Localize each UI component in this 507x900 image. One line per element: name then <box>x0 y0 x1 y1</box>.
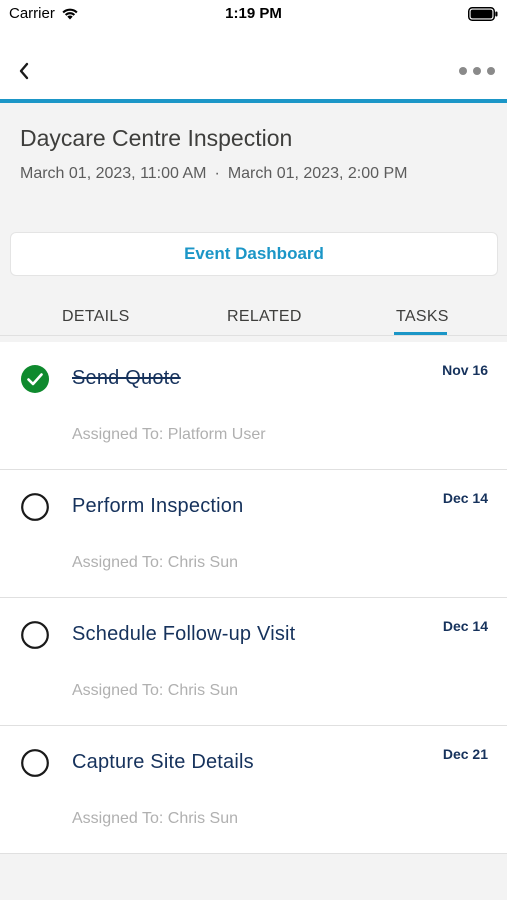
active-tab-indicator <box>394 332 447 335</box>
task-subject[interactable]: Send Quote <box>72 367 181 390</box>
task-row[interactable]: Send Quote Nov 16 Assigned To: Platform … <box>0 342 507 470</box>
unchecked-circle-icon[interactable] <box>21 493 49 521</box>
more-dot-icon <box>473 67 481 75</box>
task-subject[interactable]: Schedule Follow-up Visit <box>72 623 295 646</box>
record-title: Daycare Centre Inspection <box>20 125 293 151</box>
tab-bar: DETAILS RELATED TASKS <box>0 298 507 336</box>
start-datetime: March 01, 2023, 11:00 AM <box>20 165 207 182</box>
task-subject[interactable]: Perform Inspection <box>72 495 243 518</box>
task-row[interactable]: Capture Site Details Dec 21 Assigned To:… <box>0 726 507 854</box>
more-dot-icon <box>487 67 495 75</box>
tab-tasks[interactable]: TASKS <box>396 308 449 326</box>
unchecked-circle-icon[interactable] <box>21 749 49 777</box>
task-due-date: Nov 16 <box>442 362 488 378</box>
event-dashboard-button[interactable]: Event Dashboard <box>10 232 498 276</box>
task-due-date: Dec 14 <box>442 490 488 506</box>
tab-related[interactable]: RELATED <box>227 308 302 326</box>
task-row[interactable]: Perform Inspection Dec 14 Assigned To: C… <box>0 470 507 598</box>
more-actions-button[interactable] <box>459 60 495 82</box>
task-list: Send Quote Nov 16 Assigned To: Platform … <box>0 342 507 854</box>
date-separator: · <box>214 165 220 182</box>
status-time: 1:19 PM <box>225 5 282 22</box>
battery-icon <box>468 7 498 21</box>
record-dates: March 01, 2023, 11:00 AM · March 01, 202… <box>20 165 407 183</box>
checked-circle-icon[interactable] <box>21 365 49 393</box>
more-dot-icon <box>459 67 467 75</box>
task-row[interactable]: Schedule Follow-up Visit Dec 14 Assigned… <box>0 598 507 726</box>
record-header: Daycare Centre Inspection March 01, 2023… <box>0 103 507 227</box>
unchecked-circle-icon[interactable] <box>21 621 49 649</box>
task-subject[interactable]: Capture Site Details <box>72 751 254 774</box>
task-due-date: Dec 14 <box>442 618 488 634</box>
task-assignee: Assigned To: Chris Sun <box>72 682 239 699</box>
task-assignee: Assigned To: Platform User <box>72 426 266 443</box>
tab-details[interactable]: DETAILS <box>62 308 130 326</box>
end-datetime: March 01, 2023, 2:00 PM <box>227 165 408 182</box>
task-assignee: Assigned To: Chris Sun <box>72 810 239 827</box>
chevron-left-icon <box>19 62 29 80</box>
task-assignee: Assigned To: Chris Sun <box>72 554 239 571</box>
task-due-date: Dec 21 <box>442 746 488 762</box>
status-bar: Carrier 1:19 PM <box>0 0 507 28</box>
screen: Carrier 1:19 PM Daycare Centre Inspectio… <box>0 0 507 900</box>
navigation-bar <box>0 28 507 100</box>
back-button[interactable] <box>12 58 36 84</box>
